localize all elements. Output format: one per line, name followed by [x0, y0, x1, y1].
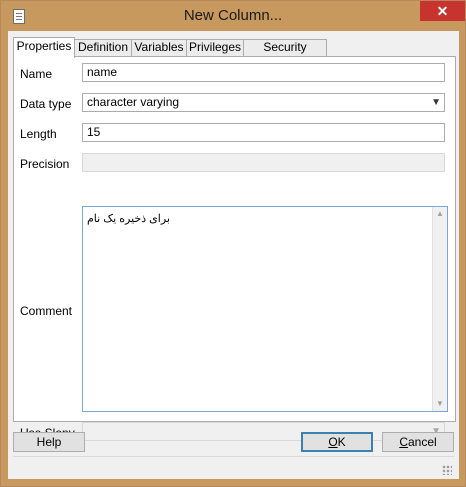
tab-definition[interactable]: Definition [74, 39, 132, 56]
properties-panel: Name name Data type character varying ▼ … [13, 56, 456, 441]
resize-grip-icon[interactable] [442, 465, 452, 475]
ok-button[interactable]: OK [301, 432, 373, 452]
ok-mnemonic: O [328, 435, 338, 449]
window-title: New Column... [183, 7, 283, 24]
comment-textarea[interactable]: برای ذخیره یک نام ▲ ▼ [82, 206, 448, 412]
comment-text: برای ذخیره یک نام [87, 213, 170, 225]
name-label: Name [20, 67, 53, 81]
cancel-button[interactable]: Cancel [382, 432, 454, 452]
status-bar [13, 456, 454, 477]
precision-label: Precision [20, 157, 70, 171]
cancel-label-rest: ancel [407, 435, 437, 449]
data-type-select[interactable]: character varying ▼ [82, 93, 445, 112]
dialog-window: New Column... ✕ Properties Definition Va… [0, 0, 466, 487]
close-button[interactable]: ✕ [420, 1, 465, 21]
arrow-down-icon[interactable]: ▼ [433, 397, 447, 411]
dialog-client: Properties Definition Variables Privileg… [8, 31, 459, 479]
comment-label: Comment [20, 304, 73, 318]
tab-variables[interactable]: Variables [131, 39, 187, 56]
chevron-down-icon[interactable]: ▼ [431, 96, 441, 109]
length-input[interactable]: 15 [82, 123, 445, 142]
arrow-up-icon[interactable]: ▲ [433, 207, 447, 221]
title-bar[interactable]: New Column... ✕ [1, 1, 465, 31]
data-type-value: character varying [87, 95, 180, 109]
length-label: Length [20, 127, 57, 141]
name-input[interactable]: name [82, 63, 445, 82]
precision-input[interactable] [82, 153, 445, 172]
data-type-label: Data type [20, 97, 72, 111]
comment-scrollbar[interactable]: ▲ ▼ [432, 207, 447, 411]
tab-privileges[interactable]: Privileges [186, 39, 244, 56]
cancel-mnemonic: C [399, 435, 408, 449]
tab-properties[interactable]: Properties [13, 37, 75, 58]
tab-security-labels[interactable]: Security Labels [243, 39, 327, 69]
ok-label-rest: K [337, 435, 346, 449]
help-button[interactable]: Help [13, 432, 85, 452]
